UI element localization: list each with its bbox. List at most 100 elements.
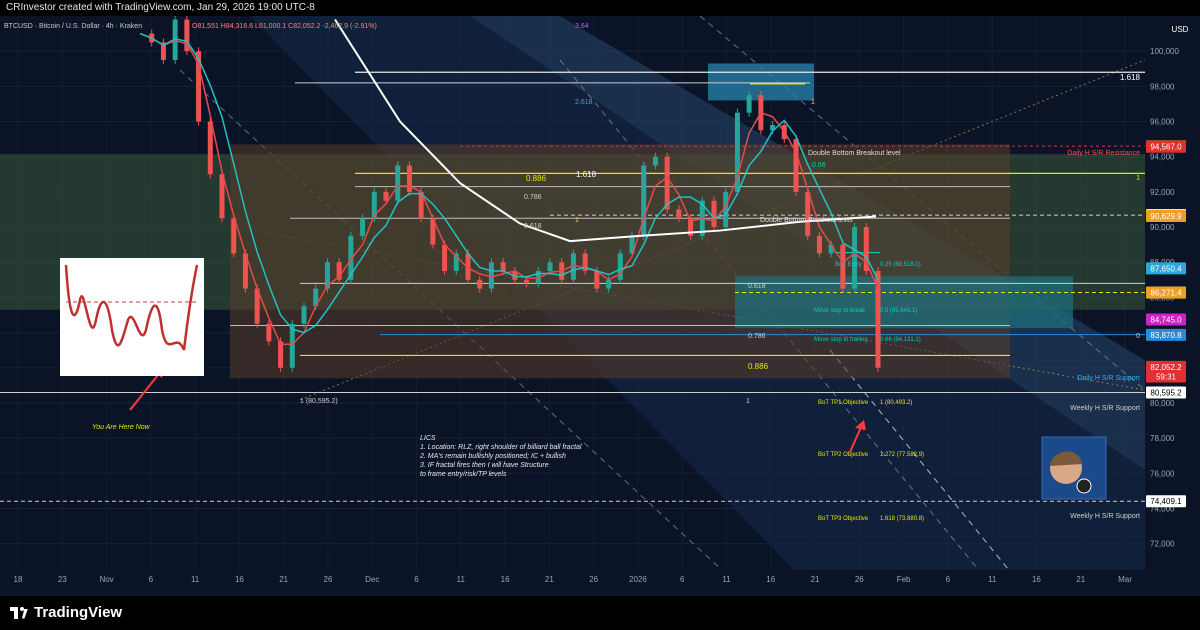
x-tick-label: 21 xyxy=(1076,575,1085,584)
candle-body xyxy=(500,262,506,272)
entry-zone-box xyxy=(735,276,1073,329)
annotation-fib-top: 1.618 xyxy=(1120,73,1141,82)
x-tick-label: 2026 xyxy=(629,575,647,584)
candle-body xyxy=(383,191,389,201)
annotation-fib-0-886-low: 0.886 xyxy=(748,362,769,371)
note-line: 1. Location: RLZ, right shoulder of bill… xyxy=(420,444,582,451)
x-tick-label: 16 xyxy=(1032,575,1041,584)
x-tick-label: 23 xyxy=(58,575,67,584)
candle-body xyxy=(606,279,612,289)
price-tag-label: 59:31 xyxy=(1156,373,1177,382)
candle-body xyxy=(746,95,752,113)
candle-body xyxy=(301,306,307,324)
y-tick-label: 72,000 xyxy=(1150,540,1175,549)
currency-label: USD xyxy=(1172,25,1189,34)
price-tag-label: 90,629.9 xyxy=(1150,212,1182,221)
credit-text: CRInvestor created with TradingView.com,… xyxy=(6,2,315,13)
candle-body xyxy=(816,235,822,254)
annotation-weekly-support-2: Weekly H S/R Support xyxy=(1070,513,1140,520)
footer-bar: TradingView xyxy=(0,596,1200,630)
annotation-weekly-support-1: Weekly H S/R Support xyxy=(1070,405,1140,412)
x-tick-label: Feb xyxy=(897,575,911,584)
annotation-fib-3-64: 3.64 xyxy=(575,23,589,30)
annotation-fib-0-786-low: 0.786 xyxy=(748,333,766,340)
x-tick-label: Nov xyxy=(99,575,113,584)
candle-body xyxy=(676,209,682,219)
x-tick-label: 26 xyxy=(855,575,864,584)
x-tick-label: 26 xyxy=(324,575,333,584)
symbol-line: BTCUSD · Bitcoin / U.S. Dollar · 4h · Kr… xyxy=(4,23,142,30)
candle-body xyxy=(617,253,623,280)
x-tick-label: 6 xyxy=(414,575,419,584)
x-tick-label: 21 xyxy=(545,575,554,584)
price-tag-label: 86,271.4 xyxy=(1150,289,1182,298)
y-tick-label: 96,000 xyxy=(1150,118,1175,127)
candle-body xyxy=(711,200,717,228)
x-tick-label: Dec xyxy=(365,575,379,584)
x-tick-label: 11 xyxy=(988,575,997,584)
annotation-bot-entry: BoT Entry xyxy=(835,262,862,268)
candle-body xyxy=(793,139,799,192)
note-line: to frame entry/risk/TP levels xyxy=(420,471,507,478)
price-tag-label: 83,870.8 xyxy=(1150,331,1182,340)
x-tick-label: 16 xyxy=(235,575,244,584)
annotation-fib-025: 0.25 (88,518.0) xyxy=(880,262,921,268)
y-tick-label: 98,000 xyxy=(1150,82,1175,91)
annotation-fib-1-top: 1 xyxy=(811,99,815,106)
x-tick-label: 26 xyxy=(589,575,598,584)
candle-body xyxy=(488,262,494,289)
price-tag-label: 82,052.2 xyxy=(1150,363,1182,372)
price-chart[interactable]: USD72,00074,00076,00078,00080,00082,0008… xyxy=(0,16,1200,596)
candle-body xyxy=(652,156,658,166)
annotation-fib-0-618-low: 0.618 xyxy=(748,283,766,290)
annotation-fib-1-618-mid: 1.618 xyxy=(576,170,597,179)
x-tick-label: 6 xyxy=(149,575,154,584)
annotation-double-bottom-2: Double Bottom Breakout level xyxy=(760,217,853,224)
candle-body xyxy=(406,165,412,192)
annotation-tp2: BoT TP2 Objective xyxy=(818,452,869,458)
annotation-low-left: 1 (80,595.2) xyxy=(300,398,338,405)
annotation-fib-0-66: 0.66 xyxy=(812,162,826,169)
y-tick-label: 76,000 xyxy=(1150,469,1175,478)
candle-body xyxy=(664,156,670,210)
y-tick-label: 100,000 xyxy=(1150,47,1179,56)
chart-screenshot: CRInvestor created with TradingView.com,… xyxy=(0,0,1200,630)
tradingview-logo[interactable]: TradingView xyxy=(10,604,122,621)
annotation-daily-resistance: Daily H S/R Resistance xyxy=(1067,150,1140,157)
annotation-fib-1-left: 1 xyxy=(575,217,579,224)
y-tick-label: 92,000 xyxy=(1150,188,1175,197)
y-tick-label: 90,000 xyxy=(1150,223,1175,232)
x-tick-label: 11 xyxy=(722,575,731,584)
annotation-fib-0-886-top: 0.886 xyxy=(526,174,547,183)
note-line: LICS xyxy=(420,435,436,442)
x-tick-label: Mar xyxy=(1118,575,1132,584)
annotation-fib-0-618-top: 0.618 xyxy=(524,223,542,230)
annotation-double-bottom-1: Double Bottom Breakout level xyxy=(808,150,901,157)
annotation-fib-0-right: 0 xyxy=(1136,333,1140,340)
annotation-fib-0-786-top: 0.786 xyxy=(524,194,542,201)
x-tick-label: 16 xyxy=(766,575,775,584)
candle-body xyxy=(524,279,530,284)
ohlc-values: O81,551 H84,316.6 L81,000.1 C82,052.2 -2… xyxy=(192,23,377,30)
annotation-fib-0-66-low: 0.66 (84,131.1) xyxy=(880,337,921,343)
annotation-low-1: 1 xyxy=(746,398,750,405)
price-tag-label: 84,745.0 xyxy=(1150,315,1182,324)
price-tag-label: 87,650.4 xyxy=(1150,264,1182,273)
candle-body xyxy=(852,227,858,289)
x-tick-label: 6 xyxy=(680,575,685,584)
annotation-move-stop-trailing: Move stop to trailing xyxy=(814,337,868,343)
candle-body xyxy=(278,341,284,368)
annotation-tp1: BoT TP1 Objective xyxy=(818,400,869,406)
x-tick-label: 18 xyxy=(14,575,23,584)
x-tick-label: 6 xyxy=(946,575,951,584)
annotation-move-stop-break: Move stop to break xyxy=(814,308,866,314)
annotation-tp1-val: 1 (80,493.2) xyxy=(880,400,912,406)
annotation-fib-0-5: 0.5 (85,643.1) xyxy=(880,308,917,314)
note-line: 2. MA's remain bullishly positioned; IC … xyxy=(419,453,566,460)
annotation-fib-1-right: 1 xyxy=(1136,175,1140,182)
y-tick-label: 80,000 xyxy=(1150,399,1175,408)
tradingview-logo-icon xyxy=(10,606,28,619)
annotation-tp3: BoT TP3 Objective xyxy=(818,516,869,522)
annotation-daily-support: Daily H S/R Support xyxy=(1077,375,1140,382)
time-axis-background xyxy=(0,570,1200,596)
